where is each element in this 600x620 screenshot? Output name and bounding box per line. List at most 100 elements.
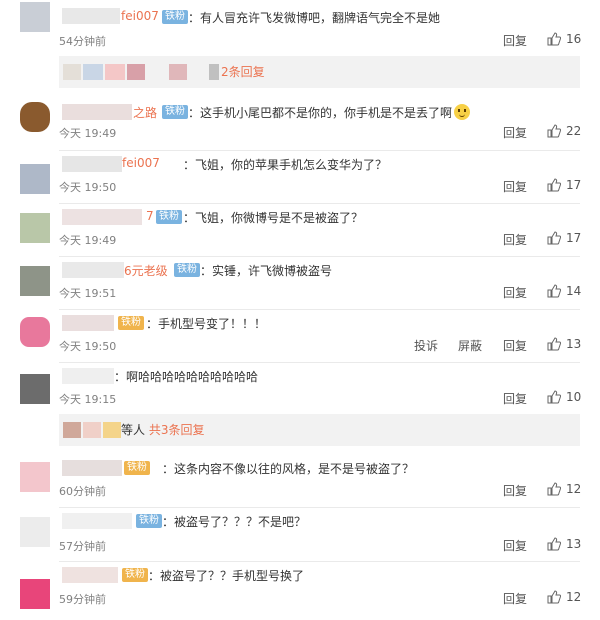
comment-text: ：这条内容不像以往的风格，是不是号被盗了？ <box>162 462 415 476</box>
more-replies-bar[interactable]: 2条回复 <box>59 56 580 88</box>
reply-button[interactable]: 回复 <box>503 178 527 195</box>
reply-button[interactable]: 回复 <box>503 124 527 141</box>
avatar[interactable] <box>20 164 50 194</box>
avatar[interactable] <box>20 2 50 32</box>
reply-button[interactable]: 回复 <box>503 337 527 354</box>
avatar[interactable] <box>20 374 50 404</box>
like-icon[interactable] <box>547 124 561 138</box>
fan-badge: 铁粉 <box>162 105 188 119</box>
avatar[interactable] <box>20 266 50 296</box>
like-icon[interactable] <box>547 537 561 551</box>
name-blur <box>62 104 132 120</box>
comment-time: 54分钟前 <box>59 35 106 48</box>
reply-button[interactable]: 回复 <box>503 390 527 407</box>
comment-text: ：被盗号了？？手机型号换了 <box>148 569 305 583</box>
smile-emoji-icon <box>454 104 471 120</box>
avatar-blur <box>105 64 125 80</box>
like-icon[interactable] <box>547 32 561 46</box>
avatar-blur <box>127 64 145 80</box>
avatar[interactable] <box>20 462 50 492</box>
comment-time: 今天 19:15 <box>59 393 117 406</box>
name-blur <box>62 8 120 24</box>
commenter-name[interactable]: fei007 <box>122 156 160 170</box>
comment-text: ：啊哈哈哈哈哈哈哈哈哈哈 <box>114 370 259 384</box>
comment-text: ：实锤，许飞微博被盗号 <box>200 264 333 278</box>
avatar[interactable] <box>20 517 50 547</box>
comment-time: 今天 19:51 <box>59 287 117 300</box>
more-replies-link[interactable]: 2条回复 <box>221 64 265 80</box>
reply-button[interactable]: 回复 <box>503 482 527 499</box>
reply-button[interactable]: 回复 <box>503 32 527 49</box>
avatar[interactable] <box>20 102 50 132</box>
like-icon[interactable] <box>547 284 561 298</box>
avatar-blur <box>169 64 187 80</box>
like-count: 12 <box>566 482 582 496</box>
comment-item: 铁粉 ：手机型号变了！！！ 今天 19:50 投诉 屏蔽 回复 13 <box>0 309 600 361</box>
like-count: 16 <box>566 32 582 46</box>
like-icon[interactable] <box>547 482 561 496</box>
like-count: 12 <box>566 590 582 604</box>
avatar-blur <box>83 422 101 438</box>
name-blur <box>62 513 132 529</box>
commenter-name[interactable]: 之路 <box>133 104 157 121</box>
fan-badge: 铁粉 <box>156 210 182 224</box>
fan-badge: 铁粉 <box>136 514 162 528</box>
like-icon[interactable] <box>547 390 561 404</box>
commenter-name[interactable]: 6元老级 <box>124 262 168 279</box>
avatar[interactable] <box>20 579 50 609</box>
like-count: 17 <box>566 178 582 192</box>
avatar-blur <box>103 422 121 438</box>
like-icon[interactable] <box>547 590 561 604</box>
reply-button[interactable]: 回复 <box>503 590 527 607</box>
reply-button[interactable]: 回复 <box>503 284 527 301</box>
comment-item: 6元老级 铁粉 ：实锤，许飞微博被盗号 今天 19:51 回复 14 <box>0 256 600 308</box>
comment-text: ：飞姐，你的苹果手机怎么变华为了？ <box>183 158 388 172</box>
comment-item: 之路 铁粉 ：这手机小尾巴都不是你的，你手机是不是丢了啊 今天 19:49 回复… <box>0 96 600 148</box>
avatar-blur <box>63 64 81 80</box>
more-replies-bar[interactable]: 等人 共3条回复 <box>59 414 580 446</box>
name-blur <box>62 460 122 476</box>
like-icon[interactable] <box>547 337 561 351</box>
fan-badge: 铁粉 <box>122 568 148 582</box>
name-blur <box>62 368 114 384</box>
reply-button[interactable]: 回复 <box>503 231 527 248</box>
commenter-name[interactable]: 7 <box>146 209 154 223</box>
fan-badge: 铁粉 <box>118 316 144 330</box>
like-count: 14 <box>566 284 582 298</box>
comment-time: 60分钟前 <box>59 485 106 498</box>
like-count: 13 <box>566 537 582 551</box>
comment-text: ：被盗号了？？？不是吧？ <box>162 515 307 529</box>
avatar-blur <box>63 422 81 438</box>
name-blur <box>62 156 122 172</box>
like-count: 22 <box>566 124 582 138</box>
like-icon[interactable] <box>547 231 561 245</box>
comment-item: fei007 ：飞姐，你的苹果手机怎么变华为了？ 今天 19:50 回复 17 <box>0 150 600 202</box>
reply-button[interactable]: 回复 <box>503 537 527 554</box>
more-replies-link[interactable]: 等人 共3条回复 <box>121 422 204 438</box>
comment-item: 7 铁粉 ：飞姐，你微博号是不是被盗了？ 今天 19:49 回复 17 <box>0 203 600 255</box>
like-count: 10 <box>566 390 582 404</box>
avatar[interactable] <box>20 213 50 243</box>
avatar[interactable] <box>20 317 50 347</box>
avatar-blur <box>83 64 103 80</box>
comment-item: ：啊哈哈哈哈哈哈哈哈哈哈 今天 19:15 回复 10 <box>0 362 600 414</box>
comment-item: 铁粉 ：被盗号了？？手机型号换了 59分钟前 回复 12 <box>0 561 600 620</box>
like-count: 13 <box>566 337 582 351</box>
comment-time: 今天 19:50 <box>59 181 117 194</box>
like-count: 17 <box>566 231 582 245</box>
comment-item: fei007 铁粉 ：有人冒充许飞发微博吧，翻牌语气完全不是她 54分钟前 回复… <box>0 0 600 52</box>
block-button[interactable]: 屏蔽 <box>458 337 482 354</box>
comment-text: ：手机型号变了！！！ <box>146 317 267 331</box>
comment-time: 今天 19:49 <box>59 234 117 247</box>
comment-time: 57分钟前 <box>59 540 106 553</box>
name-blur <box>62 262 124 278</box>
report-button[interactable]: 投诉 <box>414 337 438 354</box>
commenter-name[interactable]: fei007 <box>121 9 159 23</box>
comment-text: ：飞姐，你微博号是不是被盗了？ <box>183 211 364 225</box>
like-icon[interactable] <box>547 178 561 192</box>
comment-text: ：有人冒充许飞发微博吧，翻牌语气完全不是她 <box>188 11 441 25</box>
name-blur <box>62 315 114 331</box>
comment-item: 铁粉 ：这条内容不像以往的风格，是不是号被盗了？ 60分钟前 回复 12 <box>0 454 600 506</box>
name-blur <box>62 209 142 225</box>
comment-item: 铁粉 ：被盗号了？？？不是吧？ 57分钟前 回复 13 <box>0 507 600 559</box>
